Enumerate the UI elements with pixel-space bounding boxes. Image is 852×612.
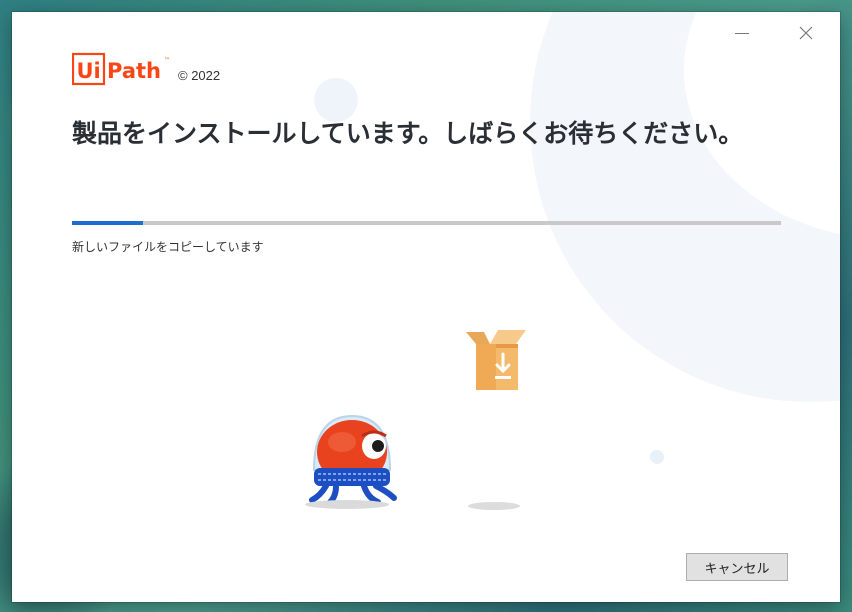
minimize-button[interactable] <box>722 18 762 48</box>
status-text: 新しいファイルをコピーしています <box>72 240 264 254</box>
uipath-logo: Ui Path ™ <box>72 52 172 86</box>
svg-text:Path: Path <box>107 59 161 83</box>
progress-bar <box>72 221 781 225</box>
page-title: 製品をインストールしています。しばらくお待ちください。 <box>72 119 744 148</box>
minimize-icon <box>735 32 749 34</box>
svg-text:Ui: Ui <box>77 59 101 83</box>
close-button[interactable] <box>786 18 826 48</box>
svg-text:™: ™ <box>164 57 170 64</box>
close-icon <box>799 26 813 40</box>
decorative-dot <box>650 450 664 464</box>
download-box-icon <box>460 328 530 402</box>
box-shadow <box>468 502 520 510</box>
installer-window: Ui Path ™ © 2022 製品をインストールしています。しばらくお待ちく… <box>12 12 840 602</box>
uipath-logo-image: Ui Path ™ <box>72 52 170 86</box>
robot-shadow <box>305 500 389 509</box>
progress-bar-fill <box>72 221 143 225</box>
robot-mascot-illustration <box>302 412 402 512</box>
copyright-text: © 2022 <box>178 68 221 83</box>
cancel-button[interactable]: キャンセル <box>686 553 788 581</box>
